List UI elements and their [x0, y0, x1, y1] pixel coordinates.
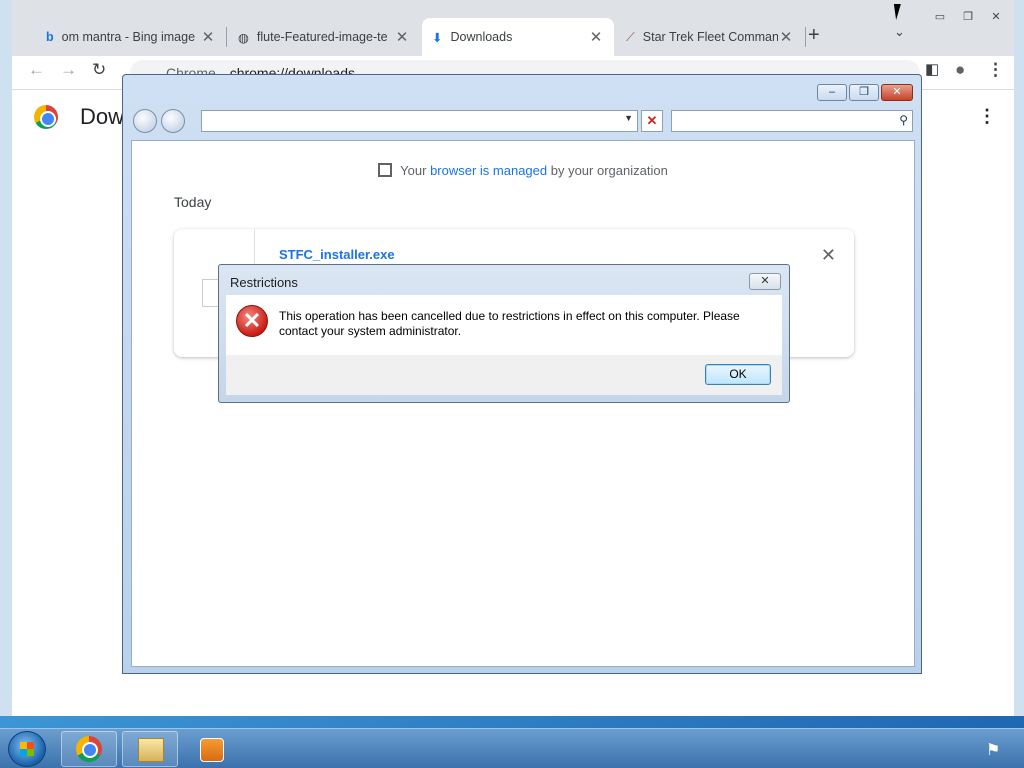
- window-controls: ▭ ❐ ✕: [926, 8, 1010, 26]
- tab-close-icon[interactable]: ✕: [200, 28, 216, 46]
- tab-separator: [805, 27, 806, 47]
- maximize-icon[interactable]: ❐: [954, 8, 982, 26]
- tab-title: Star Trek Fleet Comman: [642, 30, 778, 44]
- tab-flute[interactable]: ◍ flute-Featured-image-te ✕: [228, 18, 420, 56]
- stfc-icon: ⟋: [626, 29, 635, 44]
- close-icon[interactable]: ✕: [982, 8, 1010, 26]
- building-icon: [378, 163, 393, 177]
- search-input[interactable]: ⚲: [671, 110, 913, 132]
- tab-close-icon[interactable]: ✕: [588, 28, 604, 46]
- section-label: Today: [174, 194, 212, 210]
- globe-icon: ◍: [238, 30, 249, 45]
- restrictions-dialog: Restrictions ✕ ✕ This operation has been…: [218, 264, 790, 403]
- chrome-taskbar-button[interactable]: [61, 731, 117, 767]
- tab-title: flute-Featured-image-te: [256, 30, 388, 44]
- tab-stfc[interactable]: ⟋ Star Trek Fleet Comman ✕: [616, 18, 804, 56]
- search-icon[interactable]: ⚲: [899, 113, 908, 127]
- maximize-icon[interactable]: ❐: [849, 84, 879, 101]
- forward-icon[interactable]: →: [60, 60, 77, 80]
- media-player-taskbar-button[interactable]: [183, 731, 239, 767]
- taskbar: [0, 728, 1024, 768]
- chevron-down-icon[interactable]: ▼: [624, 113, 633, 123]
- downloads-page: Your browser is managed by your organiza…: [131, 140, 915, 667]
- media-player-icon: [200, 738, 224, 762]
- explorer-taskbar-button[interactable]: [122, 731, 178, 767]
- folder-icon: [138, 738, 164, 762]
- tab-title: Downloads: [450, 30, 513, 44]
- ie-window-controls: – ❐ ✕: [817, 84, 913, 101]
- page-header: Dow: [34, 104, 124, 130]
- download-icon: ⬇: [432, 30, 443, 45]
- more-actions-icon[interactable]: ⋮: [978, 106, 996, 127]
- managed-suffix: by your organization: [547, 163, 668, 178]
- managed-prefix: Your: [400, 163, 431, 178]
- forward-icon[interactable]: [161, 109, 185, 133]
- tab-downloads[interactable]: ⬇ Downloads ✕: [422, 18, 614, 56]
- minimize-icon[interactable]: ▭: [926, 8, 954, 26]
- managed-link[interactable]: browser is managed: [430, 163, 547, 178]
- back-icon[interactable]: ←: [28, 60, 45, 80]
- dialog-title: Restrictions: [230, 275, 298, 290]
- tab-bing[interactable]: b om mantra - Bing image ✕: [36, 18, 226, 56]
- dialog-message: This operation has been cancelled due to…: [279, 309, 740, 338]
- start-button[interactable]: [8, 731, 46, 767]
- chrome-icon: [76, 736, 102, 762]
- dialog-close-icon[interactable]: ✕: [749, 273, 781, 290]
- ok-button[interactable]: OK: [705, 364, 771, 385]
- back-icon[interactable]: [133, 109, 157, 133]
- address-input[interactable]: ▼: [201, 110, 638, 132]
- chrome-logo-icon: [34, 105, 58, 129]
- chevron-down-icon[interactable]: ⌄: [894, 24, 905, 40]
- dialog-body: ✕ This operation has been cancelled due …: [226, 295, 782, 355]
- tab-strip: b om mantra - Bing image ✕ ◍ flute-Featu…: [12, 0, 1014, 56]
- side-panel-icon[interactable]: ◧: [925, 60, 939, 78]
- close-icon[interactable]: ✕: [881, 84, 913, 101]
- error-icon: ✕: [236, 305, 268, 337]
- tab-close-icon[interactable]: ✕: [394, 28, 410, 46]
- profile-icon[interactable]: ●: [955, 60, 965, 80]
- reload-icon[interactable]: ↻: [92, 60, 106, 80]
- tab-title: om mantra - Bing image: [61, 30, 196, 44]
- bing-icon: b: [46, 30, 54, 44]
- minimize-icon[interactable]: –: [817, 84, 847, 101]
- stop-icon[interactable]: ✕: [641, 110, 663, 132]
- new-tab-icon[interactable]: +: [808, 24, 820, 47]
- dialog-footer: OK: [226, 355, 782, 395]
- managed-notice: Your browser is managed by your organiza…: [132, 163, 914, 178]
- remove-download-icon[interactable]: ✕: [821, 245, 836, 266]
- tab-separator: [226, 27, 227, 47]
- action-center-flag-icon[interactable]: ⚑: [986, 740, 1000, 760]
- page-title: Dow: [80, 104, 125, 129]
- tab-close-icon[interactable]: ✕: [778, 28, 794, 46]
- download-filename[interactable]: STFC_installer.exe: [279, 247, 395, 262]
- menu-icon[interactable]: ⋮: [987, 60, 1004, 80]
